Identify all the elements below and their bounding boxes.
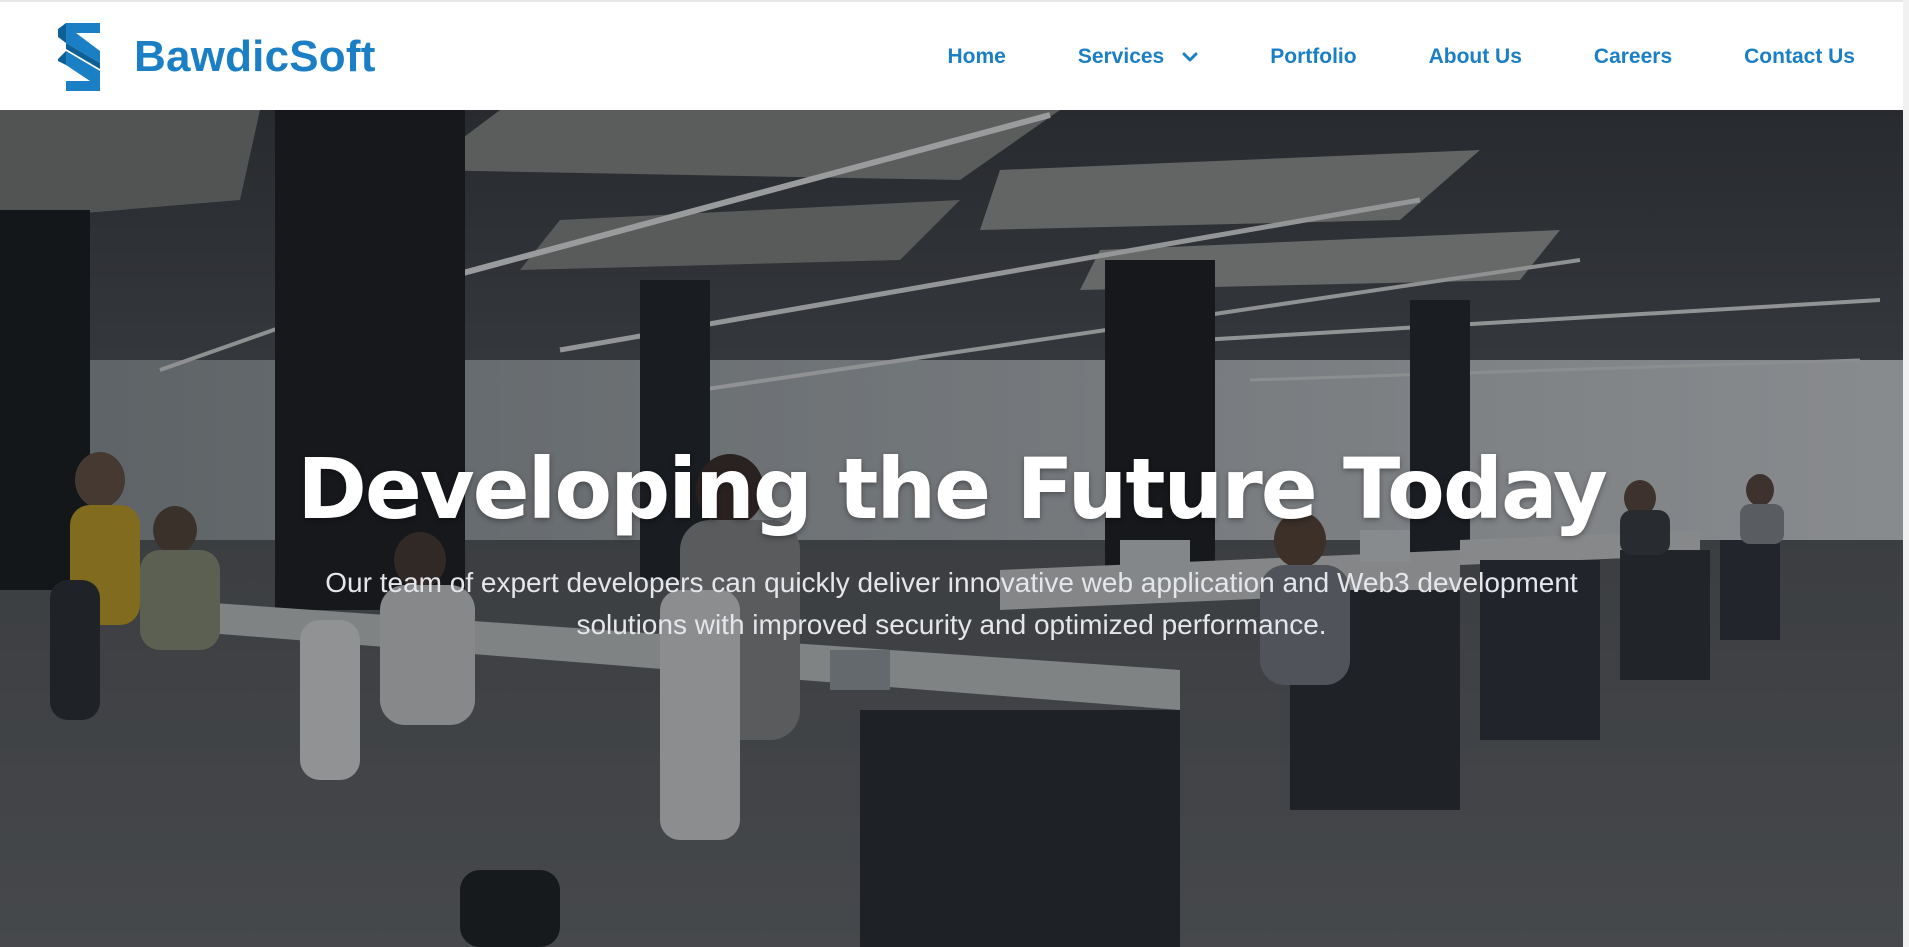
hero-title: Developing the Future Today [297,440,1608,538]
nav-contact-us-label: Contact Us [1744,45,1855,68]
nav-careers-label: Careers [1593,45,1673,68]
site-header: BawdicSoft Home Services Portfolio About… [0,0,1903,110]
nav-home-label: Home [947,45,1006,68]
nav-portfolio-label: Portfolio [1270,45,1357,68]
nav-services[interactable]: Services [1078,45,1198,69]
page: BawdicSoft Home Services Portfolio About… [0,0,1909,947]
brand-logo-link[interactable]: BawdicSoft [56,20,376,94]
page-scrollbar[interactable] [1903,0,1909,947]
nav-contact-us[interactable]: Contact Us [1744,45,1855,69]
chevron-down-icon [1182,52,1198,62]
nav-careers[interactable]: Careers [1594,45,1672,69]
nav-home[interactable]: Home [947,45,1005,69]
nav-about-us-label: About Us [1428,45,1522,68]
brand-name: BawdicSoft [134,32,376,81]
hero-section: Developing the Future Today Our team of … [0,110,1903,947]
nav-about-us[interactable]: About Us [1429,45,1522,69]
nav-portfolio[interactable]: Portfolio [1270,45,1356,69]
hero-subtitle: Our team of expert developers can quickl… [325,567,1578,640]
main-nav: Home Services Portfolio About Us Careers… [947,2,1855,112]
nav-services-label: Services [1077,45,1165,68]
bawdicsoft-s-logo-icon [58,23,100,91]
